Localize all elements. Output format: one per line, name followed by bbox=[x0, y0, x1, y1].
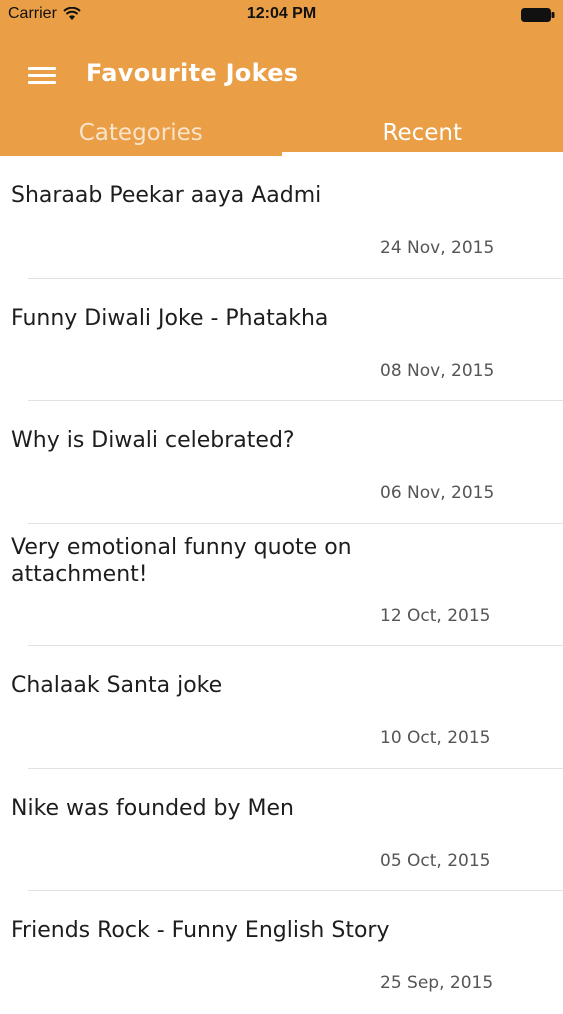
joke-title: Very emotional funny quote on attachment… bbox=[11, 534, 391, 588]
joke-title: Funny Diwali Joke - Phatakha bbox=[11, 305, 391, 332]
joke-date: 05 Oct, 2015 bbox=[380, 851, 491, 871]
jokes-list: Sharaab Peekar aaya Aadmi 24 Nov, 2015 F… bbox=[0, 156, 563, 1014]
joke-title: Why is Diwali celebrated? bbox=[11, 427, 391, 454]
page-title: Favourite Jokes bbox=[86, 59, 298, 87]
joke-date: 08 Nov, 2015 bbox=[380, 361, 494, 381]
joke-title: Chalaak Santa joke bbox=[11, 672, 391, 699]
tab-bar: Categories Recent bbox=[0, 112, 563, 156]
joke-title: Nike was founded by Men bbox=[11, 795, 391, 822]
list-item[interactable]: Funny Diwali Joke - Phatakha 08 Nov, 201… bbox=[0, 279, 563, 402]
list-item[interactable]: Friends Rock - Funny English Story 25 Se… bbox=[0, 891, 563, 1014]
list-item[interactable]: Nike was founded by Men 05 Oct, 2015 bbox=[0, 769, 563, 892]
hamburger-menu-icon[interactable] bbox=[26, 62, 58, 90]
list-item[interactable]: Chalaak Santa joke 10 Oct, 2015 bbox=[0, 646, 563, 769]
joke-date: 24 Nov, 2015 bbox=[380, 238, 494, 258]
list-item[interactable]: Sharaab Peekar aaya Aadmi 24 Nov, 2015 bbox=[0, 156, 563, 279]
joke-date: 25 Sep, 2015 bbox=[380, 973, 493, 993]
joke-date: 10 Oct, 2015 bbox=[380, 728, 491, 748]
joke-title: Friends Rock - Funny English Story bbox=[11, 917, 391, 944]
status-bar: Carrier 12:04 PM bbox=[0, 0, 563, 30]
toolbar: Favourite Jokes bbox=[0, 48, 563, 104]
joke-date: 12 Oct, 2015 bbox=[380, 606, 491, 626]
status-time: 12:04 PM bbox=[0, 5, 563, 23]
tab-categories[interactable]: Categories bbox=[0, 112, 282, 156]
list-item[interactable]: Very emotional funny quote on attachment… bbox=[0, 524, 563, 647]
tab-recent[interactable]: Recent bbox=[282, 112, 563, 156]
list-item[interactable]: Why is Diwali celebrated? 06 Nov, 2015 bbox=[0, 401, 563, 524]
app-header: Carrier 12:04 PM Favourite Jokes Categor… bbox=[0, 0, 563, 156]
battery-icon bbox=[521, 8, 555, 22]
joke-date: 06 Nov, 2015 bbox=[380, 483, 494, 503]
joke-title: Sharaab Peekar aaya Aadmi bbox=[11, 182, 391, 209]
